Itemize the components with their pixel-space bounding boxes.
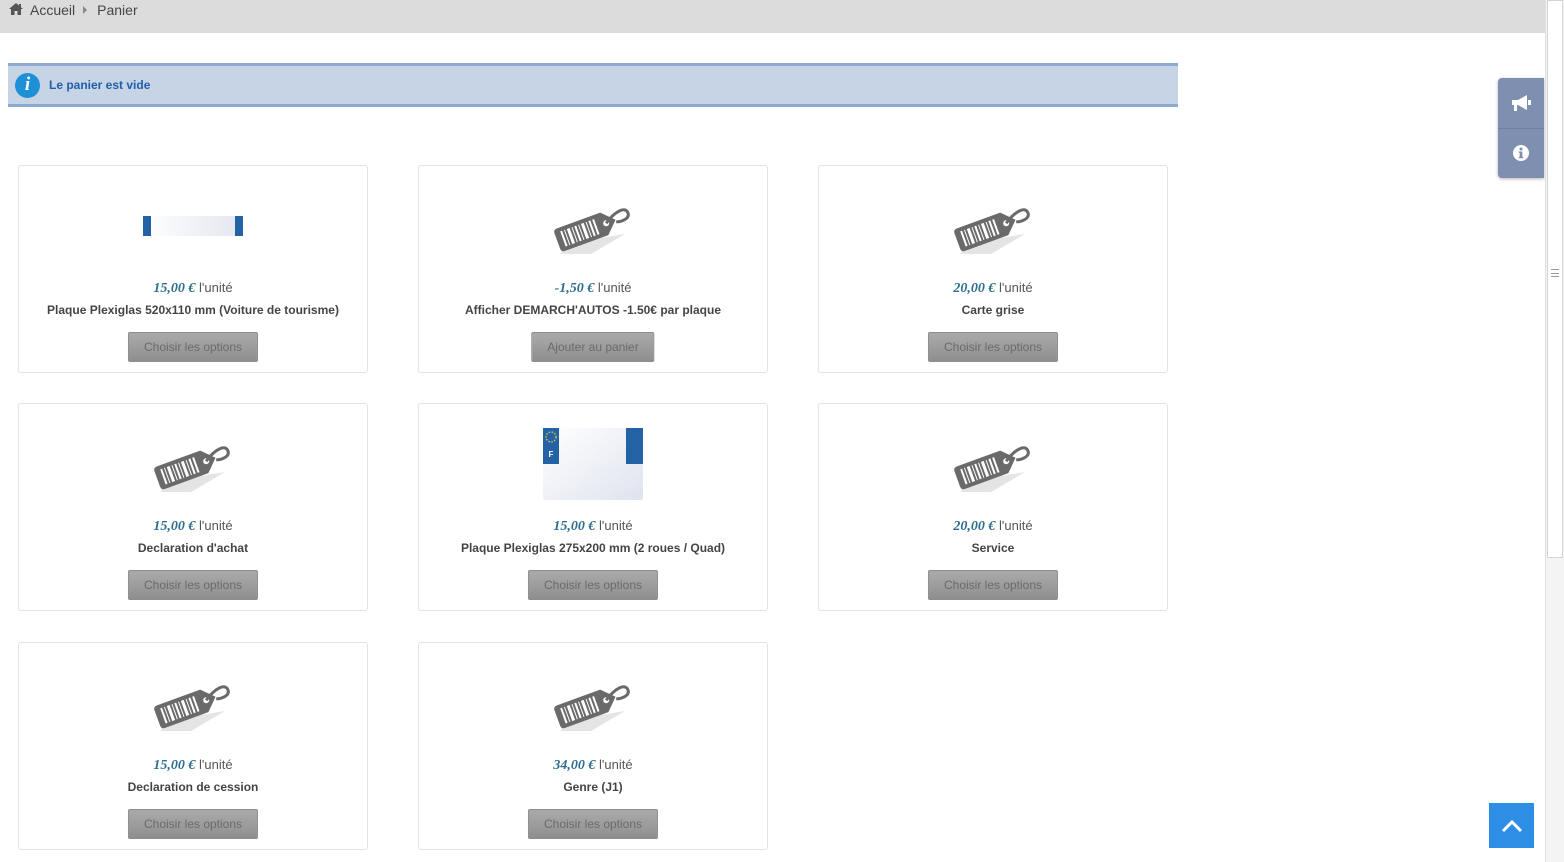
product-action-button[interactable]: Choisir les options [527,809,659,839]
product-card: 15,00 € l'unité Declaration d'achat Choi… [18,403,368,611]
unit-suffix: l'unité [199,757,233,772]
side-panel [1498,78,1544,178]
product-action-button[interactable]: Choisir les options [127,809,259,839]
unit-suffix: l'unité [599,757,633,772]
price-line: 15,00 € l'unité [19,280,367,297]
product-price: 15,00 € [153,519,196,534]
page-scrollbar[interactable] [1545,0,1564,862]
product-action-button[interactable]: Choisir les options [927,332,1059,362]
scrollbar-grip-icon [1551,269,1559,277]
price-tag-icon[interactable] [19,665,367,740]
product-title[interactable]: Service [819,541,1167,555]
price-tag-icon[interactable] [19,426,367,501]
product-card: 15,00 € l'unité Declaration de cession C… [18,642,368,850]
breadcrumb-current: Panier [97,2,138,18]
empty-cart-alert: i Le panier est vide [8,63,1178,107]
back-to-top-button[interactable] [1489,803,1534,848]
announcements-button[interactable] [1498,78,1544,128]
product-action-button[interactable]: Choisir les options [127,332,259,362]
square-plate-icon[interactable]: F [419,426,767,501]
product-title[interactable]: Declaration d'achat [19,541,367,555]
price-tag-icon[interactable] [419,665,767,740]
scrollbar-thumb[interactable] [1547,0,1563,558]
unit-suffix: l'unité [999,518,1033,533]
breadcrumb-separator-icon [83,6,88,14]
price-line: 20,00 € l'unité [819,280,1167,297]
info-icon [1513,145,1529,161]
product-action-button[interactable]: Choisir les options [127,570,259,600]
home-icon[interactable] [8,2,24,16]
product-title[interactable]: Plaque Plexiglas 520x110 mm (Voiture de … [19,303,367,317]
product-title[interactable]: Declaration de cession [19,780,367,794]
unit-suffix: l'unité [199,518,233,533]
breadcrumb: Accueil Panier [0,0,1545,33]
svg-text:F: F [549,450,554,459]
product-action-button[interactable]: Choisir les options [927,570,1059,600]
product-card: 20,00 € l'unité Carte grise Choisir les … [818,165,1168,373]
price-tag-icon[interactable] [819,188,1167,263]
breadcrumb-home-link[interactable]: Accueil [30,1,75,19]
product-price: 34,00 € [553,758,596,773]
product-card: 15,00 € l'unité Plaque Plexiglas 520x110… [18,165,368,373]
product-price: 15,00 € [153,758,196,773]
alert-text: Le panier est vide [49,78,151,92]
product-price: 20,00 € [953,281,996,296]
unit-suffix: l'unité [999,280,1033,295]
product-price: 15,00 € [553,519,596,534]
unit-suffix: l'unité [199,280,233,295]
product-card: -1,50 € l'unité Afficher DEMARCH'AUTOS -… [418,165,768,373]
product-card: 34,00 € l'unité Genre (J1) Choisir les o… [418,642,768,850]
price-tag-icon[interactable] [419,188,767,263]
product-action-button[interactable]: Ajouter au panier [531,332,655,362]
product-title[interactable]: Plaque Plexiglas 275x200 mm (2 roues / Q… [419,541,767,555]
product-card: F 15,00 € l'unité Plaque Plexiglas 275x2… [418,403,768,611]
price-line: 15,00 € l'unité [19,757,367,774]
unit-suffix: l'unité [597,280,632,295]
product-price: 20,00 € [953,519,996,534]
product-title[interactable]: Carte grise [819,303,1167,317]
product-action-button[interactable]: Choisir les options [527,570,659,600]
price-tag-icon[interactable] [819,426,1167,501]
info-button[interactable] [1498,128,1544,178]
product-title[interactable]: Genre (J1) [419,780,767,794]
price-line: 15,00 € l'unité [19,518,367,535]
product-price: 15,00 € [153,281,196,296]
megaphone-icon [1512,95,1531,111]
long-plate-icon[interactable] [19,188,367,263]
product-card: 20,00 € l'unité Service Choisir les opti… [818,403,1168,611]
product-price: -1,50 € [554,281,595,296]
price-line: 15,00 € l'unité [419,518,767,535]
unit-suffix: l'unité [599,518,633,533]
info-icon: i [15,72,40,98]
price-line: 20,00 € l'unité [819,518,1167,535]
product-title[interactable]: Afficher DEMARCH'AUTOS -1.50€ par plaque [419,303,767,317]
price-line: 34,00 € l'unité [419,757,767,774]
chevron-up-icon [1501,819,1522,832]
price-line: -1,50 € l'unité [419,280,767,297]
